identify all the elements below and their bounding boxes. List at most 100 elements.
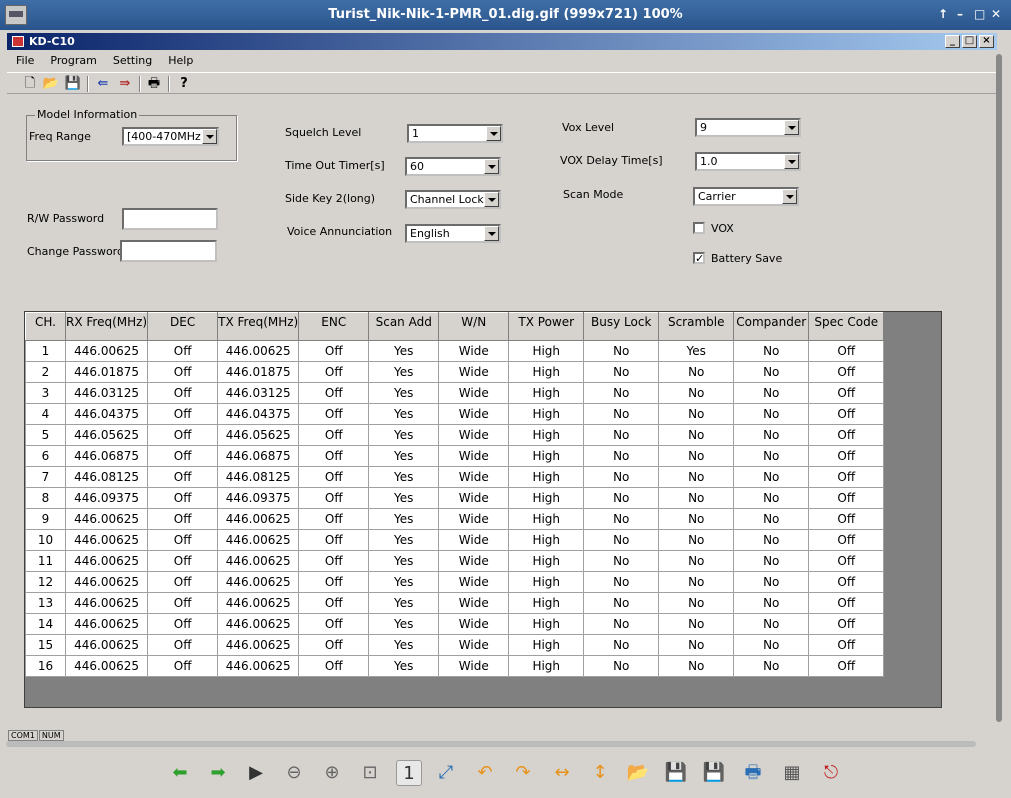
table-cell[interactable]: Off (808, 550, 885, 572)
table-cell[interactable]: Wide (438, 529, 510, 551)
app-icon[interactable] (12, 36, 24, 47)
table-cell[interactable]: Yes (368, 655, 440, 677)
horizontal-scrollbar[interactable] (6, 741, 976, 747)
new-file-icon[interactable]: 🗋 (21, 75, 39, 93)
exit-viewer-icon[interactable]: ⎋ (818, 760, 844, 786)
zoom-fit-icon[interactable]: ⊡ (357, 760, 383, 786)
table-cell[interactable]: Off (808, 487, 885, 509)
table-cell[interactable]: Off (298, 424, 370, 446)
table-row[interactable]: 16 446.00625 Off 446.00625 Off Yes Wide High No N… (25, 655, 885, 677)
table-cell[interactable]: Off (298, 487, 370, 509)
table-cell[interactable]: No (658, 403, 735, 425)
maximize-icon[interactable]: □ (974, 7, 985, 21)
help-icon[interactable]: ? (175, 75, 193, 93)
next-image-icon[interactable]: ➡ (205, 760, 231, 786)
app-maximize-button[interactable]: □ (962, 35, 977, 48)
table-cell[interactable]: No (733, 592, 810, 614)
table-cell[interactable]: Off (298, 361, 370, 383)
close-icon[interactable]: ✕ (991, 7, 1001, 21)
table-cell[interactable]: Yes (368, 382, 440, 404)
flip-horizontal-icon[interactable]: ↔ (549, 760, 575, 786)
table-cell[interactable]: 10 (25, 529, 66, 551)
table-cell[interactable]: Yes (368, 340, 440, 362)
scan-mode-select[interactable]: Carrier (693, 187, 799, 206)
table-cell[interactable]: No (733, 340, 810, 362)
app-close-button[interactable]: × (979, 35, 994, 48)
vertical-scrollbar[interactable] (996, 54, 1002, 722)
table-cell[interactable]: High (508, 550, 585, 572)
table-cell[interactable]: 446.00625 (64, 550, 149, 572)
table-cell[interactable]: Off (808, 403, 885, 425)
table-cell[interactable]: Off (147, 529, 219, 551)
table-cell[interactable]: 446.00625 (217, 508, 300, 530)
slideshow-play-icon[interactable]: ▶ (243, 760, 269, 786)
table-cell[interactable]: 2 (25, 361, 66, 383)
table-cell[interactable]: 446.00625 (217, 571, 300, 593)
table-cell[interactable]: 446.00625 (64, 529, 149, 551)
table-row[interactable]: 2 446.01875 Off 446.01875 Off Yes Wide High No No… (25, 361, 885, 383)
table-cell[interactable]: 446.00625 (217, 655, 300, 677)
table-cell[interactable]: Off (808, 634, 885, 656)
table-cell[interactable]: Wide (438, 487, 510, 509)
zoom-original-icon[interactable]: 1 (396, 760, 422, 786)
table-cell[interactable]: 446.08125 (64, 466, 149, 488)
battery-save-checkbox[interactable]: ✓ (693, 252, 705, 264)
table-cell[interactable]: No (658, 466, 735, 488)
table-cell[interactable]: 446.00625 (217, 634, 300, 656)
table-cell[interactable]: Off (147, 361, 219, 383)
table-cell[interactable]: High (508, 613, 585, 635)
table-cell[interactable]: 5 (25, 424, 66, 446)
table-cell[interactable]: Yes (368, 466, 440, 488)
table-cell[interactable]: Wide (438, 613, 510, 635)
table-cell[interactable]: Wide (438, 445, 510, 467)
table-cell[interactable]: No (733, 382, 810, 404)
table-cell[interactable]: 446.00625 (64, 571, 149, 593)
table-cell[interactable]: 446.00625 (217, 340, 300, 362)
table-cell[interactable]: Off (298, 382, 370, 404)
column-header[interactable]: DEC (147, 312, 219, 341)
menu-program[interactable]: Program (42, 52, 104, 70)
table-cell[interactable]: 446.00625 (217, 529, 300, 551)
column-header[interactable]: TX Power (508, 312, 585, 341)
write-radio-icon[interactable]: ⇛ (116, 75, 134, 93)
table-cell[interactable]: 14 (25, 613, 66, 635)
flip-vertical-icon[interactable]: ↕ (587, 760, 613, 786)
table-cell[interactable]: Off (298, 445, 370, 467)
table-cell[interactable]: Wide (438, 424, 510, 446)
table-cell[interactable]: No (658, 445, 735, 467)
table-cell[interactable]: Yes (368, 571, 440, 593)
table-cell[interactable]: Off (147, 592, 219, 614)
table-cell[interactable]: Off (147, 550, 219, 572)
column-header[interactable]: TX Freq(MHz) (217, 312, 300, 341)
table-cell[interactable]: Off (808, 571, 885, 593)
table-cell[interactable]: Wide (438, 466, 510, 488)
vox-checkbox[interactable] (693, 222, 705, 234)
table-cell[interactable]: 446.01875 (64, 361, 149, 383)
table-row[interactable]: 3 446.03125 Off 446.03125 Off Yes Wide High No No… (25, 382, 885, 404)
time-out-timer-select[interactable]: 60 (405, 157, 501, 176)
open-file-icon[interactable]: 📂 (625, 760, 651, 786)
table-cell[interactable]: No (733, 445, 810, 467)
table-cell[interactable]: Off (298, 592, 370, 614)
minimize-icon[interactable]: – (957, 7, 963, 21)
table-cell[interactable]: 446.05625 (64, 424, 149, 446)
table-cell[interactable]: Off (808, 424, 885, 446)
table-cell[interactable]: No (658, 361, 735, 383)
table-cell[interactable]: 3 (25, 382, 66, 404)
freq-range-select[interactable]: [400-470MHz] (122, 127, 219, 146)
table-cell[interactable]: Wide (438, 508, 510, 530)
vox-level-select[interactable]: 9 (695, 118, 801, 137)
rotate-left-icon[interactable]: ↶ (472, 760, 498, 786)
table-cell[interactable]: No (583, 634, 660, 656)
table-cell[interactable]: No (583, 529, 660, 551)
table-cell[interactable]: High (508, 382, 585, 404)
table-cell[interactable]: No (733, 571, 810, 593)
table-cell[interactable]: No (733, 424, 810, 446)
fullscreen-icon[interactable]: ⤢ (433, 760, 459, 786)
table-row[interactable]: 6 446.06875 Off 446.06875 Off Yes Wide High No No… (25, 445, 885, 467)
table-cell[interactable]: Off (298, 508, 370, 530)
table-cell[interactable]: No (733, 466, 810, 488)
table-cell[interactable]: No (583, 592, 660, 614)
column-header[interactable]: Scramble (658, 312, 735, 341)
table-row[interactable]: 1 446.00625 Off 446.00625 Off Yes Wide High No Ye… (25, 340, 885, 362)
